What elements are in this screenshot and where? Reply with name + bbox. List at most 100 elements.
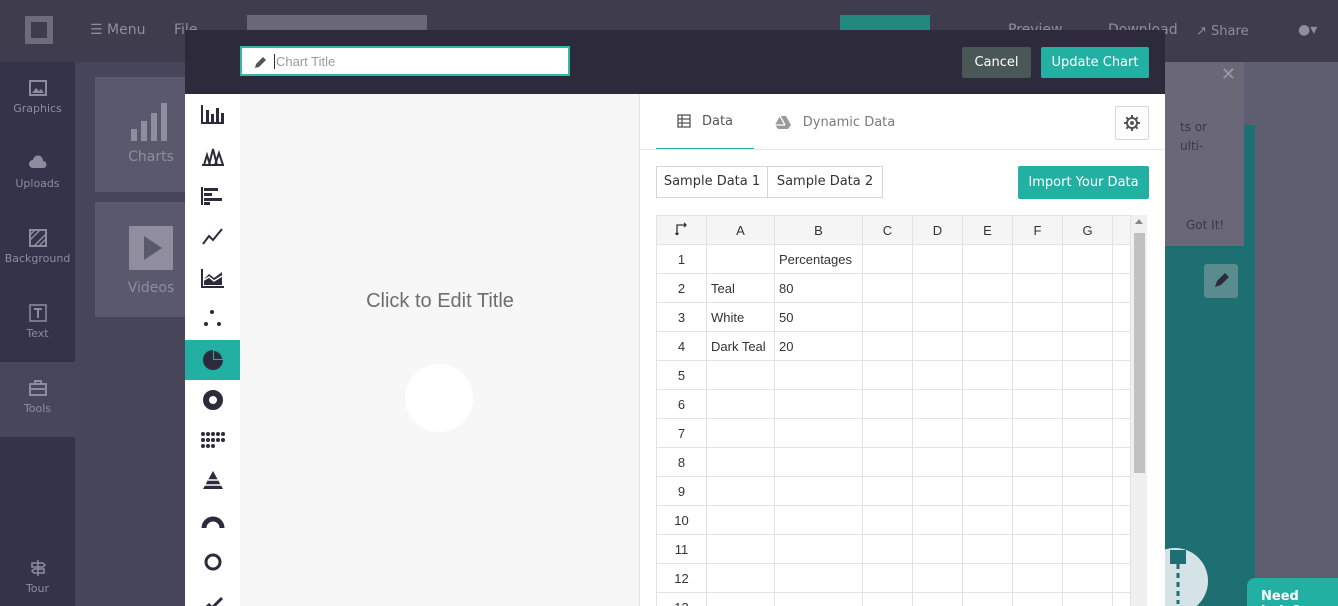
grid-cell[interactable] bbox=[962, 302, 1013, 332]
grid-cell[interactable] bbox=[962, 331, 1013, 361]
grid-cell[interactable] bbox=[862, 505, 913, 535]
grid-cell[interactable] bbox=[1062, 360, 1113, 390]
grid-cell[interactable] bbox=[774, 563, 863, 593]
row-number[interactable]: 3 bbox=[656, 302, 707, 332]
column-header[interactable]: A bbox=[706, 215, 775, 245]
grid-cell[interactable] bbox=[962, 505, 1013, 535]
grid-cell[interactable] bbox=[1062, 302, 1113, 332]
chart-title-input[interactable]: Chart Title bbox=[240, 46, 570, 76]
grid-cell[interactable] bbox=[862, 302, 913, 332]
grid-cell[interactable] bbox=[1012, 476, 1063, 506]
grid-cell[interactable] bbox=[706, 592, 775, 606]
grid-cell[interactable] bbox=[774, 505, 863, 535]
grid-cell[interactable]: 20 bbox=[774, 331, 863, 361]
row-number[interactable]: 1 bbox=[656, 244, 707, 274]
grid-cell[interactable] bbox=[1012, 418, 1063, 448]
grid-cell[interactable] bbox=[862, 476, 913, 506]
grid-cell[interactable] bbox=[862, 389, 913, 419]
app-logo[interactable] bbox=[25, 16, 53, 44]
grid-cell[interactable] bbox=[706, 418, 775, 448]
row-number[interactable]: 2 bbox=[656, 273, 707, 303]
chart-type-spike[interactable] bbox=[185, 136, 240, 176]
grid-cell[interactable] bbox=[774, 447, 863, 477]
grid-cell[interactable] bbox=[962, 563, 1013, 593]
chart-type-pictogram[interactable] bbox=[185, 420, 240, 460]
grid-cell[interactable] bbox=[912, 302, 963, 332]
grid-cell[interactable] bbox=[706, 360, 775, 390]
row-number[interactable]: 8 bbox=[656, 447, 707, 477]
grid-cell[interactable] bbox=[912, 563, 963, 593]
row-number[interactable]: 10 bbox=[656, 505, 707, 535]
chart-type-ring[interactable] bbox=[185, 542, 240, 582]
grid-cell[interactable] bbox=[912, 505, 963, 535]
grid-cell[interactable] bbox=[1012, 389, 1063, 419]
grid-cell[interactable]: Teal bbox=[706, 273, 775, 303]
chart-type-area[interactable] bbox=[185, 258, 240, 298]
grid-cell[interactable] bbox=[1012, 534, 1063, 564]
grid-cell[interactable] bbox=[1062, 244, 1113, 274]
column-header[interactable]: F bbox=[1012, 215, 1063, 245]
grid-cell[interactable] bbox=[1012, 505, 1063, 535]
row-number[interactable]: 12 bbox=[656, 563, 707, 593]
grid-cell[interactable] bbox=[962, 447, 1013, 477]
grid-cell[interactable] bbox=[912, 534, 963, 564]
grid-cell[interactable] bbox=[1062, 476, 1113, 506]
row-number[interactable]: 4 bbox=[656, 331, 707, 361]
got-it-button[interactable]: Got It! bbox=[1186, 218, 1224, 232]
sample-data-2-button[interactable]: Sample Data 2 bbox=[767, 166, 883, 198]
grid-cell[interactable] bbox=[774, 534, 863, 564]
column-header[interactable]: D bbox=[912, 215, 963, 245]
grid-cell[interactable] bbox=[862, 447, 913, 477]
cancel-button[interactable]: Cancel bbox=[962, 47, 1031, 78]
tab-data[interactable]: Data bbox=[656, 94, 754, 150]
grid-cell[interactable] bbox=[912, 360, 963, 390]
grid-cell[interactable] bbox=[1062, 505, 1113, 535]
row-number[interactable]: 11 bbox=[656, 534, 707, 564]
chart-type-bar-chart[interactable] bbox=[185, 94, 240, 134]
row-number[interactable]: 6 bbox=[656, 389, 707, 419]
grid-cell[interactable] bbox=[912, 418, 963, 448]
grid-cell[interactable] bbox=[912, 331, 963, 361]
chart-type-line[interactable] bbox=[185, 216, 240, 256]
nav-uploads[interactable]: Uploads bbox=[0, 137, 75, 212]
need-help-button[interactable]: Need help? bbox=[1247, 578, 1338, 606]
grid-cell[interactable]: Dark Teal bbox=[706, 331, 775, 361]
grid-scrollbar[interactable] bbox=[1131, 215, 1147, 606]
grid-cell[interactable] bbox=[774, 418, 863, 448]
column-header[interactable]: G bbox=[1062, 215, 1113, 245]
import-data-button[interactable]: Import Your Data bbox=[1018, 166, 1149, 199]
grid-cell[interactable] bbox=[774, 360, 863, 390]
grid-cell[interactable] bbox=[862, 563, 913, 593]
grid-cell[interactable] bbox=[912, 592, 963, 606]
grid-cell[interactable] bbox=[1062, 447, 1113, 477]
grid-cell[interactable] bbox=[706, 447, 775, 477]
grid-cell[interactable] bbox=[1012, 331, 1063, 361]
grid-cell[interactable] bbox=[1012, 447, 1063, 477]
grid-cell[interactable] bbox=[774, 592, 863, 606]
nav-graphics[interactable]: Graphics bbox=[0, 62, 75, 137]
grid-cell[interactable] bbox=[1062, 563, 1113, 593]
grid-cell[interactable] bbox=[912, 389, 963, 419]
column-header[interactable]: C bbox=[862, 215, 913, 245]
grid-cell[interactable] bbox=[862, 418, 913, 448]
grid-cell[interactable] bbox=[862, 244, 913, 274]
grid-cell[interactable]: 50 bbox=[774, 302, 863, 332]
chart-type-pyramid[interactable] bbox=[185, 460, 240, 500]
grid-cell[interactable]: White bbox=[706, 302, 775, 332]
grid-cell[interactable] bbox=[1062, 418, 1113, 448]
sample-data-1-button[interactable]: Sample Data 1 bbox=[656, 166, 768, 198]
column-header[interactable]: E bbox=[962, 215, 1013, 245]
nav-text[interactable]: Text bbox=[0, 287, 75, 362]
grid-cell[interactable] bbox=[912, 273, 963, 303]
grid-cell[interactable] bbox=[862, 534, 913, 564]
close-icon[interactable]: ✕ bbox=[1221, 64, 1236, 85]
grid-cell[interactable] bbox=[962, 360, 1013, 390]
grid-cell[interactable] bbox=[1062, 273, 1113, 303]
transpose-button[interactable] bbox=[656, 215, 707, 245]
grid-cell[interactable] bbox=[912, 244, 963, 274]
grid-cell[interactable] bbox=[706, 534, 775, 564]
row-number[interactable]: 7 bbox=[656, 418, 707, 448]
tab-dynamic-data[interactable]: Dynamic Data bbox=[770, 94, 900, 150]
grid-cell[interactable] bbox=[1012, 360, 1063, 390]
grid-cell[interactable] bbox=[706, 244, 775, 274]
